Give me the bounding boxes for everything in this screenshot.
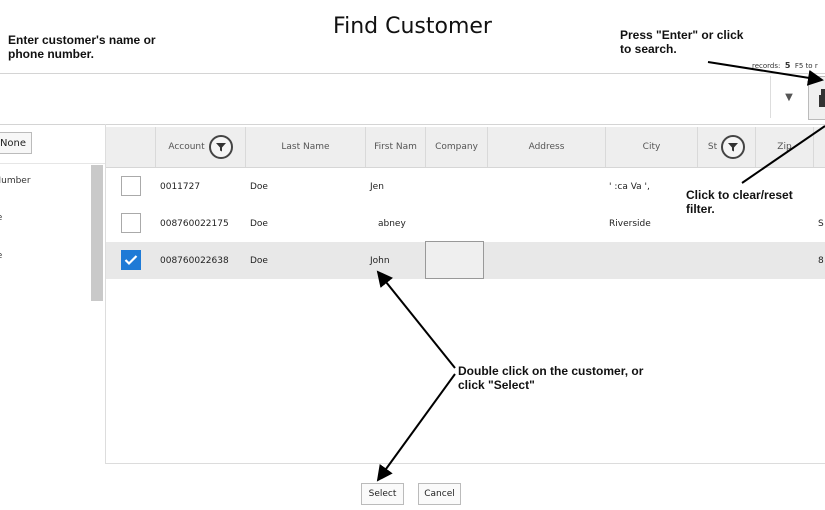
arrow-to-filter-icon [741,125,825,184]
cancel-button[interactable]: Cancel [418,483,461,505]
annotation-arrows [376,61,825,482]
arrow-to-search-button [707,61,824,86]
arrow-to-select-button [376,373,456,482]
select-button[interactable]: Select [361,483,404,505]
arrow-to-customer-row [376,270,456,369]
